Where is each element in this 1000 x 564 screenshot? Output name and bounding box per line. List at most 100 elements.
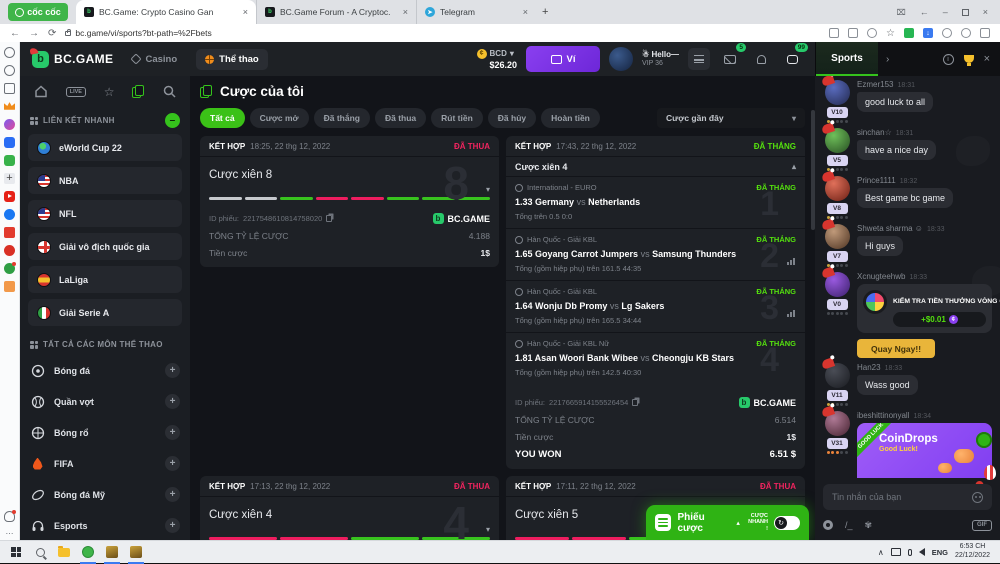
taskbar-app-icon[interactable] [100, 541, 124, 564]
chat-rules-icon[interactable] [823, 520, 833, 530]
my-bets-icon[interactable] [132, 85, 145, 98]
taskbar-app-icon[interactable] [124, 541, 148, 564]
tray-expand-icon[interactable]: ∧ [878, 548, 884, 557]
chat-tab-sports[interactable]: Sports [816, 42, 878, 76]
taskbar-search-icon[interactable] [28, 541, 52, 564]
chat-toggle-button[interactable]: 99 [781, 48, 803, 70]
chat-input[interactable]: Tin nhắn của bạn [823, 484, 992, 510]
stats-icon[interactable] [787, 310, 796, 317]
sidebar-item-nba[interactable]: NBA [28, 167, 182, 194]
downloads-icon[interactable] [980, 28, 990, 38]
expand-tennis-button[interactable]: + [165, 394, 180, 409]
chat-username[interactable]: Prince1111 [857, 176, 896, 185]
red-app-icon[interactable] [4, 245, 15, 256]
sidebar-item-tennis[interactable]: Quần vợt + [20, 386, 190, 417]
microphone-icon[interactable] [908, 549, 912, 556]
expand-soccer-button[interactable]: + [165, 363, 180, 378]
bet-title-row[interactable]: Cược xiên 4 ▴ [506, 157, 805, 177]
history-icon[interactable] [4, 65, 15, 76]
chat-settings-icon[interactable]: ✾ [865, 520, 873, 531]
avatar[interactable] [825, 224, 850, 249]
screenshot-icon[interactable]: ⌧ [897, 8, 906, 17]
search-icon[interactable] [163, 85, 176, 98]
zalo-icon[interactable] [4, 137, 15, 148]
back-button[interactable]: ← [10, 28, 20, 39]
download-extension-icon[interactable]: ↓ [923, 28, 933, 38]
bet-card-3[interactable]: KẾT HỢP 17:13, 22 thg 12, 2022 ĐÃ THUA C… [200, 476, 499, 540]
settings-gear-icon[interactable] [4, 47, 15, 58]
expand-esports-button[interactable]: + [165, 518, 180, 533]
start-button[interactable] [4, 541, 28, 564]
sidebar-item-soccer[interactable]: Bóng đá + [20, 355, 190, 386]
file-explorer-icon[interactable] [52, 541, 76, 564]
chat-username[interactable]: Xcnugteehwb [857, 272, 905, 281]
avatar[interactable] [825, 411, 850, 436]
green-app-icon[interactable] [4, 263, 15, 274]
tab-close-icon[interactable]: × [403, 7, 408, 17]
filter-cashout[interactable]: Rút tiền [431, 108, 483, 128]
nav-casino[interactable]: Casino [123, 49, 186, 70]
sidebar-item-esports[interactable]: Esports + [20, 510, 190, 540]
bcgame-logo[interactable]: b BC.GAME [32, 51, 113, 68]
sidebar-item-laliga[interactable]: LaLiga [28, 266, 182, 293]
chat-username[interactable]: Shweta sharma ☺ [857, 224, 923, 233]
nav-sports[interactable]: Thể thao [196, 49, 268, 70]
expand-card-icon[interactable]: ▾ [486, 525, 490, 534]
coccoc-browser-logo[interactable]: cốc cốc [8, 3, 68, 21]
expand-fifa-button[interactable]: + [165, 456, 180, 471]
chevron-right-icon[interactable]: › [886, 54, 889, 65]
user-meta[interactable]: ☃ Hello— VIP 36 [642, 50, 679, 67]
forward-button[interactable]: → [29, 28, 39, 39]
add-shortcut-button[interactable]: + [4, 173, 15, 184]
home-icon[interactable] [34, 85, 48, 98]
network-icon[interactable] [891, 548, 901, 556]
sort-dropdown[interactable]: Cược gần đây▾ [657, 108, 805, 128]
lucky-spin-card[interactable]: KIỂM TRA TIỀN THƯỞNG VÒNG QU +$0.01¢ [857, 284, 992, 333]
bet-card-2[interactable]: KẾT HỢP 17:43, 22 thg 12, 2022 ĐÃ THẮNG … [506, 136, 805, 469]
bet-card-1[interactable]: KẾT HỢP 18:25, 22 thg 12, 2022 ĐÃ THUA C… [200, 136, 499, 267]
sidebar-item-fifa[interactable]: FIFA + [20, 448, 190, 479]
inbox-button[interactable]: 5 [719, 48, 741, 70]
filter-open[interactable]: Cược mở [250, 108, 309, 128]
notifications-button[interactable] [750, 48, 772, 70]
filter-refund[interactable]: Hoàn tiền [541, 108, 600, 128]
youtube-icon[interactable] [4, 191, 15, 202]
filter-cancelled[interactable]: Đã hủy [488, 108, 536, 128]
url-field[interactable]: bc.game/vi/sports?bt-path=%2Fbets [65, 28, 211, 38]
chat-username[interactable]: ibeshittinonyall [857, 411, 909, 420]
chat-username[interactable]: sinchan☆ [857, 128, 892, 137]
sidebar-item-seriea[interactable]: Giải Serie A [28, 299, 182, 326]
filter-all[interactable]: Tất cả [200, 108, 245, 128]
more-icon[interactable]: ⋯ [4, 529, 15, 540]
coccoc-extension-icon[interactable] [904, 28, 914, 38]
avatar[interactable] [825, 128, 850, 153]
profile-icon[interactable] [961, 28, 971, 38]
tab-telegram[interactable]: ➤ Telegram × [416, 0, 536, 24]
filter-lost[interactable]: Đã thua [375, 108, 426, 128]
crown-icon[interactable] [4, 101, 15, 112]
save-page-icon[interactable] [829, 28, 839, 38]
quick-menu-button[interactable] [688, 48, 710, 70]
tab-close-icon[interactable]: × [243, 7, 248, 17]
bookmark-star-icon[interactable]: ☆ [886, 28, 895, 39]
chat-close-icon[interactable]: × [984, 53, 990, 65]
balance-selector[interactable]: ¢BCD▾ $26.20 [477, 49, 518, 70]
notifications-bell-icon[interactable] [4, 511, 15, 522]
reading-list-icon[interactable] [4, 83, 15, 94]
gif-button[interactable]: GIF [972, 520, 992, 531]
emoji-icon[interactable] [972, 492, 983, 503]
tab-bcgame[interactable]: b BC.Game: Crypto Casino Gan × [76, 0, 256, 24]
favorites-star-icon[interactable]: ☆ [104, 87, 115, 97]
stats-icon[interactable] [787, 258, 796, 265]
avatar[interactable] [825, 363, 850, 388]
send-to-phone-icon[interactable]: ← [920, 7, 929, 17]
expand-american-football-button[interactable]: + [165, 487, 180, 502]
tab-bcgame-forum[interactable]: b BC.Game Forum - A Cryptoc. × [256, 0, 416, 24]
chat-username[interactable]: Ezmer153 [857, 80, 893, 89]
copy-icon[interactable] [632, 399, 638, 406]
user-avatar[interactable] [609, 47, 633, 71]
expand-basketball-button[interactable]: + [165, 425, 180, 440]
language-indicator[interactable]: ENG [932, 548, 948, 557]
copy-icon[interactable] [326, 215, 332, 222]
maximize-button[interactable] [962, 9, 969, 16]
